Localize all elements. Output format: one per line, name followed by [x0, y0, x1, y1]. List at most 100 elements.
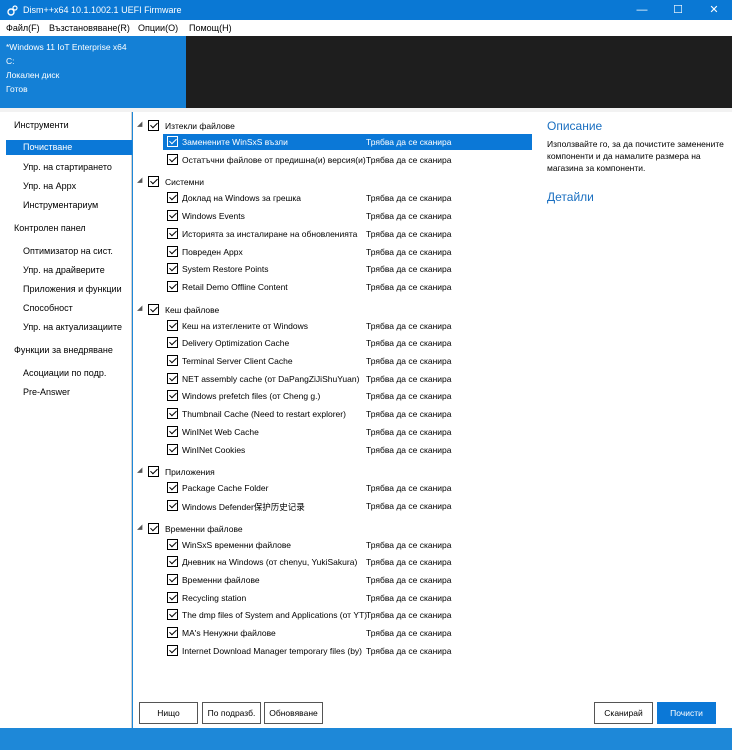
item-status: Трябва да се сканира	[366, 575, 452, 585]
menu-restore[interactable]: Възстановяване(R)	[49, 23, 130, 33]
item-label: MA's Ненужни файлове	[182, 628, 276, 639]
clean-button[interactable]: Почисти	[657, 702, 716, 724]
system-info-panel[interactable]: *Windows 11 IoT Enterprise x64 C: Локале…	[0, 36, 186, 108]
item-checkbox[interactable]	[167, 574, 178, 585]
sidebar-item-appx[interactable]: Упр. на Appx	[23, 181, 76, 191]
collapse-arrow-icon[interactable]: ◢	[137, 304, 142, 312]
cleanup-item-row[interactable]: Recycling station Трябва да се сканира	[133, 590, 533, 606]
cleanup-item-row[interactable]: Доклад на Windows за грешка Трябва да се …	[133, 190, 533, 206]
select-none-button[interactable]: Нищо	[139, 702, 198, 724]
disk-type: Локален диск	[6, 70, 60, 80]
sidebar-item-pre-answer[interactable]: Pre-Answer	[23, 387, 70, 397]
minimize-button[interactable]: —	[624, 0, 660, 20]
group-header[interactable]: ◢ Кеш файлове	[133, 302, 533, 318]
cleanup-item-row[interactable]: Retail Demo Offline Content Трябва да се …	[133, 279, 533, 295]
item-checkbox[interactable]	[167, 538, 178, 550]
cleanup-item-row[interactable]: Windows Defender保护历史记录 Трябва да се скани…	[133, 498, 533, 514]
menu-options[interactable]: Опции(O)	[138, 23, 178, 33]
group-checkbox[interactable]	[148, 522, 159, 534]
group-header[interactable]: ◢ Приложения	[133, 464, 533, 480]
item-checkbox[interactable]	[167, 153, 178, 165]
item-label: WinINet Web Cache	[182, 426, 259, 437]
collapse-arrow-icon[interactable]: ◢	[137, 120, 142, 128]
item-status: Трябва да се сканира	[366, 356, 452, 366]
item-checkbox[interactable]	[167, 245, 178, 257]
group-checkbox[interactable]	[148, 466, 159, 478]
item-checkbox[interactable]	[167, 425, 178, 437]
select-default-button[interactable]: По подразб.	[202, 702, 261, 724]
item-checkbox[interactable]	[167, 556, 178, 568]
item-checkbox[interactable]	[167, 136, 178, 147]
sidebar-item-capabilities[interactable]: Способност	[23, 303, 73, 313]
group-checkbox[interactable]	[148, 176, 159, 188]
collapse-arrow-icon[interactable]: ◢	[137, 466, 142, 474]
cleanup-item-row[interactable]: Заменените WinSxS възли Трябва да се скан…	[163, 134, 532, 150]
scan-button[interactable]: Сканирай	[594, 702, 653, 724]
item-status: Трябва да се сканира	[366, 483, 452, 494]
item-checkbox[interactable]	[167, 280, 178, 292]
item-checkbox[interactable]	[167, 390, 178, 402]
sidebar-item-apps[interactable]: Приложения и функции	[23, 284, 122, 294]
cleanup-item-row[interactable]: Повреден Appx Трябва да се сканира	[133, 244, 533, 260]
item-checkbox[interactable]	[167, 443, 178, 455]
cleanup-item-row[interactable]: Terminal Server Client Cache Трябва да се…	[133, 353, 533, 369]
refresh-button[interactable]: Обновяване	[264, 702, 323, 724]
collapse-arrow-icon[interactable]: ◢	[137, 523, 142, 531]
cleanup-item-row[interactable]: Историята за инсталиране на обновленията…	[133, 226, 533, 242]
item-checkbox[interactable]	[167, 355, 178, 366]
cleanup-item-row[interactable]: Delivery Optimization Cache Трябва да се …	[133, 335, 533, 351]
menu-file[interactable]: Файл(F)	[6, 23, 40, 33]
sidebar-item-toolkit[interactable]: Инструментариум	[23, 200, 98, 210]
cleanup-item-row[interactable]: System Restore Points Трябва да се сканир…	[133, 261, 533, 277]
group-header[interactable]: ◢ Временни файлове	[133, 521, 533, 537]
item-checkbox[interactable]	[167, 499, 178, 511]
item-checkbox[interactable]	[167, 210, 178, 222]
sidebar-item-associations[interactable]: Асоциации по подр.	[23, 368, 106, 378]
cleanup-item-row[interactable]: NET assembly cache (от DaPangZiJiShuYuan…	[133, 371, 533, 387]
maximize-button[interactable]: ☐	[660, 0, 696, 20]
item-checkbox[interactable]	[167, 227, 178, 239]
item-checkbox[interactable]	[167, 609, 178, 621]
cleanup-item-row[interactable]: Thumbnail Cache (Need to restart explore…	[133, 406, 533, 422]
cleanup-item-row[interactable]: WinSxS временни файлове Трябва да се скан…	[133, 537, 533, 553]
cleanup-item-row[interactable]: Кеш на изтеглените от Windows Трябва да с…	[133, 318, 533, 334]
details-link[interactable]: Детайли	[547, 190, 594, 204]
item-checkbox[interactable]	[167, 263, 178, 275]
sidebar-item-optimizer[interactable]: Оптимизатор на сист.	[23, 246, 113, 256]
item-checkbox[interactable]	[167, 319, 178, 331]
group-checkbox[interactable]	[148, 303, 159, 315]
group-checkbox[interactable]	[148, 120, 159, 131]
item-checkbox[interactable]	[167, 627, 178, 639]
cleanup-item-row[interactable]: Временни файлове Трябва да се сканира	[133, 572, 533, 588]
item-label: The dmp files of System and Applications…	[182, 610, 367, 621]
menu-help[interactable]: Помощ(H)	[189, 23, 232, 33]
item-status: Трябва да се сканира	[366, 154, 452, 165]
group-header[interactable]: ◢ Системни	[133, 174, 533, 190]
sidebar-item-startup[interactable]: Упр. на стартирането	[23, 162, 112, 172]
item-checkbox[interactable]	[167, 372, 178, 384]
item-checkbox[interactable]	[167, 644, 178, 656]
cleanup-item-row[interactable]: Internet Download Manager temporary file…	[133, 643, 533, 659]
sidebar-item-drivers[interactable]: Упр. на драйверите	[23, 265, 105, 275]
session-area	[186, 36, 732, 108]
sidebar-item-updates[interactable]: Упр. на актуализациите	[23, 322, 122, 332]
item-checkbox[interactable]	[167, 591, 178, 603]
item-checkbox[interactable]	[167, 408, 178, 420]
sidebar-item-cleanup[interactable]: Почистване	[6, 140, 132, 155]
close-button[interactable]: ✕	[696, 0, 732, 20]
item-checkbox[interactable]	[167, 482, 178, 494]
item-checkbox[interactable]	[167, 337, 178, 349]
group-header[interactable]: ◢ Изтекли файлове	[133, 118, 533, 134]
cleanup-item-row[interactable]: MA's Ненужни файлове Трябва да се сканира	[133, 625, 533, 641]
cleanup-item-row[interactable]: The dmp files of System and Applications…	[133, 607, 533, 623]
cleanup-item-row[interactable]: Дневник на Windows (от chenyu, YukiSakur…	[133, 554, 533, 570]
cleanup-item-row[interactable]: Windows Events Трябва да се сканира	[133, 208, 533, 224]
cleanup-item-row[interactable]: Остатъчни файлове от предишна(и) версия(…	[133, 152, 533, 168]
collapse-arrow-icon[interactable]: ◢	[137, 176, 142, 184]
cleanup-item-row[interactable]: Package Cache Folder Трябва да се сканира	[133, 480, 533, 496]
cleanup-item-row[interactable]: Windows prefetch files (от Cheng g.) Тряб…	[133, 388, 533, 404]
item-label: Thumbnail Cache (Need to restart explore…	[182, 409, 346, 420]
cleanup-item-row[interactable]: WinINet Cookies Трябва да се сканира	[133, 442, 533, 458]
cleanup-item-row[interactable]: WinINet Web Cache Трябва да се сканира	[133, 424, 533, 440]
item-checkbox[interactable]	[167, 192, 178, 204]
